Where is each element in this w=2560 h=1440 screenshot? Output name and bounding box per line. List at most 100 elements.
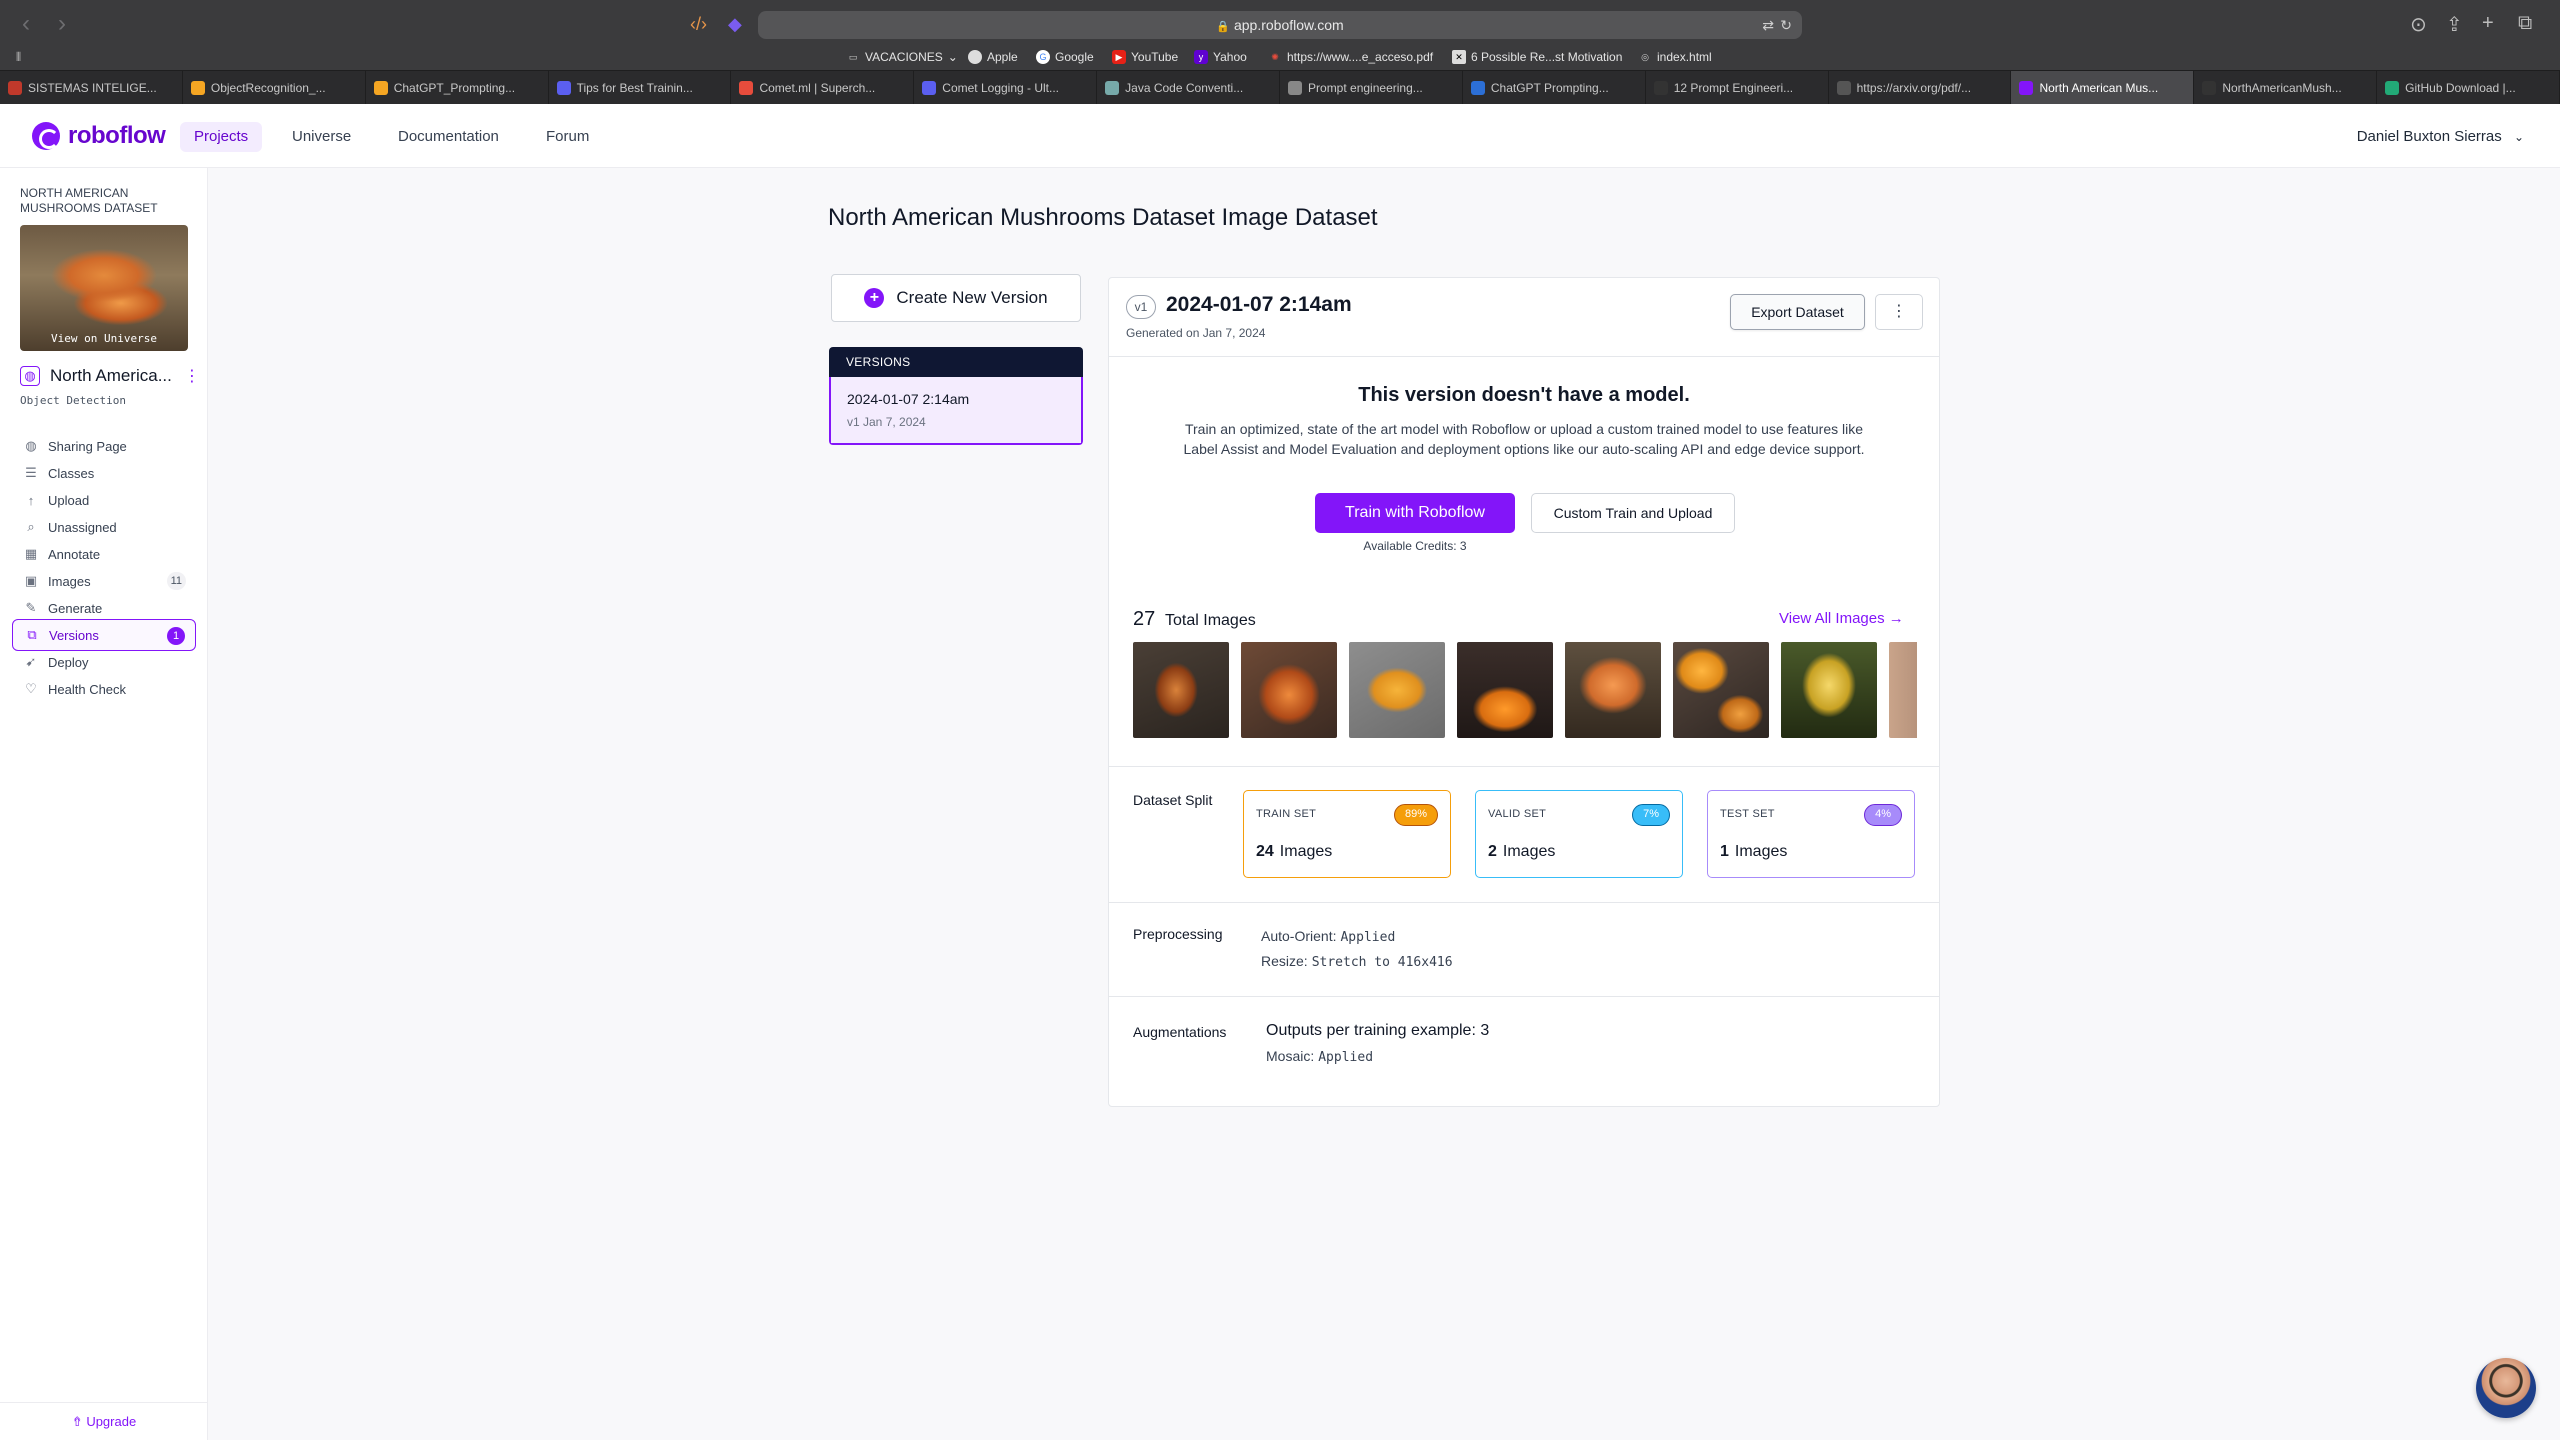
image-thumbnail[interactable] xyxy=(1889,642,1917,738)
image-thumbnail[interactable] xyxy=(1781,642,1877,738)
preprocessing-label: Preprocessing xyxy=(1133,926,1223,942)
user-menu[interactable]: Daniel Buxton Sierras ⌄ xyxy=(2357,128,2524,145)
divider xyxy=(1109,996,1939,997)
image-thumbnail[interactable] xyxy=(1133,642,1229,738)
split-name: VALID SET xyxy=(1488,808,1547,820)
address-bar[interactable]: 🔒 app.roboflow.com ⇄ ↻ xyxy=(758,11,1802,39)
divider xyxy=(1109,356,1939,357)
browser-tab[interactable]: ChatGPT_Prompting... xyxy=(366,71,549,104)
page-title: North American Mushrooms Dataset Image D… xyxy=(828,204,1378,231)
dataset-split-label: Dataset Split xyxy=(1133,792,1213,808)
sidebar-item-label: Health Check xyxy=(48,681,127,697)
browser-tab[interactable]: NorthAmericanMush... xyxy=(2194,71,2378,104)
tab-label: ChatGPT Prompting... xyxy=(1490,80,1609,95)
code-extension-icon[interactable]: ‹/› xyxy=(690,14,707,35)
forward-arrow-icon[interactable]: › xyxy=(58,12,66,36)
favorite-item[interactable]: ◎ index.html xyxy=(1638,50,1712,64)
sidebar-item-label: Classes xyxy=(48,465,95,481)
tab-favicon-icon xyxy=(373,80,388,95)
train-set-card[interactable]: TRAIN SET 89% 24 Images xyxy=(1243,790,1451,878)
create-new-version-button[interactable]: + Create New Version xyxy=(831,274,1081,322)
tab-label: Comet.ml | Superch... xyxy=(759,80,876,95)
image-thumbnail[interactable] xyxy=(1349,642,1445,738)
split-count: 24 Images xyxy=(1256,843,1333,860)
browser-tab[interactable]: Tips for Best Trainin... xyxy=(549,71,732,104)
export-dataset-button[interactable]: Export Dataset xyxy=(1730,294,1865,330)
favorite-item[interactable]: ▭ VACACIONES ⌄ xyxy=(846,50,958,64)
back-arrow-icon[interactable]: ‹ xyxy=(22,12,30,36)
reload-icon[interactable]: ↻ xyxy=(1780,17,1792,34)
version-list-item[interactable]: 2024-01-07 2:14am v1 Jan 7, 2024 xyxy=(829,377,1083,445)
image-thumbnail[interactable] xyxy=(1673,642,1769,738)
browser-tab[interactable]: https://arxiv.org/pdf/... xyxy=(1829,71,2012,104)
list-icon: ☰ xyxy=(25,465,37,480)
tab-overview-icon[interactable]: ⧉ xyxy=(2518,12,2532,35)
image-thumbnail[interactable] xyxy=(1565,642,1661,738)
share-icon[interactable]: ⇪ xyxy=(2446,12,2463,37)
nav-forum[interactable]: Forum xyxy=(532,122,603,152)
valid-set-card[interactable]: VALID SET 7% 2 Images xyxy=(1475,790,1683,878)
browser-tab[interactable]: 12 Prompt Engineeri... xyxy=(1646,71,1829,104)
view-all-images-link[interactable]: View All Images → xyxy=(1779,610,1904,627)
new-tab-icon[interactable]: + xyxy=(2482,12,2494,35)
favorite-item[interactable]: G Google xyxy=(1036,50,1094,64)
favorite-item[interactable]: ✕ 6 Possible Re...st Motivation xyxy=(1452,50,1622,64)
favorite-item[interactable]: ▶ YouTube xyxy=(1112,50,1178,64)
favorite-item[interactable]: y Yahoo xyxy=(1194,50,1247,64)
view-on-universe-link[interactable]: View on Universe xyxy=(20,332,188,345)
test-set-card[interactable]: TEST SET 4% 1 Images xyxy=(1707,790,1915,878)
browser-tab[interactable]: SISTEMAS INTELIGE... xyxy=(0,71,183,104)
browser-tab[interactable]: GitHub Download |... xyxy=(2377,71,2560,104)
image-thumbnail[interactable] xyxy=(1241,642,1337,738)
browser-tab[interactable]: Comet Logging - Ult... xyxy=(914,71,1098,104)
upgrade-button[interactable]: ⇮ Upgrade xyxy=(0,1402,208,1440)
total-images-count: 27 xyxy=(1133,608,1156,630)
yahoo-icon: y xyxy=(1194,50,1208,64)
tab-favicon-icon xyxy=(2385,80,2400,95)
browser-tab[interactable]: Prompt engineering... xyxy=(1280,71,1463,104)
chevron-down-icon: ⌄ xyxy=(2513,130,2524,144)
divider xyxy=(1109,902,1939,903)
url-text: app.roboflow.com xyxy=(1233,17,1344,33)
project-menu-icon[interactable]: ⋮ xyxy=(184,366,200,386)
roboflow-logo[interactable]: roboflow xyxy=(32,122,166,150)
tab-favicon-icon xyxy=(2202,80,2217,95)
image-thumbnails xyxy=(1133,642,1917,738)
translate-icon[interactable]: ⇄ xyxy=(1762,17,1774,34)
nav-universe[interactable]: Universe xyxy=(278,122,365,152)
image-thumbnail[interactable] xyxy=(1457,642,1553,738)
versions-panel: VERSIONS 2024-01-07 2:14am v1 Jan 7, 202… xyxy=(829,347,1083,445)
split-percent-badge: 7% xyxy=(1632,804,1670,826)
browser-tab[interactable]: North American Mus... xyxy=(2011,71,2195,104)
tab-label: SISTEMAS INTELIGE... xyxy=(28,80,157,95)
versions-header: VERSIONS xyxy=(829,347,1083,377)
split-percent-badge: 4% xyxy=(1864,804,1902,826)
count-badge: 11 xyxy=(166,572,186,590)
custom-train-upload-button[interactable]: Custom Train and Upload xyxy=(1531,493,1735,533)
sidebar-item-label: Versions xyxy=(49,627,99,643)
nav-documentation[interactable]: Documentation xyxy=(384,122,513,152)
favorite-item[interactable]: Apple xyxy=(968,50,1018,64)
tab-label: North American Mus... xyxy=(2039,80,2159,95)
sidebar-toggle-icon[interactable]: ⫴ xyxy=(16,50,21,65)
version-badge: v1 xyxy=(1126,295,1156,319)
more-options-icon[interactable]: ⋮ xyxy=(1875,294,1923,330)
browser-tab[interactable]: ObjectRecognition_... xyxy=(183,71,366,104)
dataset-thumbnail[interactable]: View on Universe xyxy=(20,225,188,351)
download-icon[interactable]: ⊙ xyxy=(2410,12,2427,37)
browser-tab[interactable]: ChatGPT Prompting... xyxy=(1463,71,1646,104)
extension-icon[interactable]: ◆ xyxy=(728,14,742,35)
browser-tab[interactable]: Comet.ml | Superch... xyxy=(731,71,915,104)
support-chat-avatar[interactable] xyxy=(2476,1358,2536,1418)
tab-favicon-icon xyxy=(1288,80,1303,95)
favorite-item[interactable]: ✺ https://www....e_acceso.pdf xyxy=(1268,50,1433,64)
browser-tab[interactable]: Java Code Conventi... xyxy=(1097,71,1281,104)
sidebar-item-label: Upload xyxy=(48,492,90,508)
sidebar-item-label: Deploy xyxy=(48,654,89,670)
upload-arrow-icon: ↑ xyxy=(27,492,35,508)
nav-projects[interactable]: Projects xyxy=(180,122,263,152)
train-with-roboflow-button[interactable]: Train with Roboflow xyxy=(1315,493,1515,533)
x-icon: ✕ xyxy=(1452,50,1466,64)
sidebar-item-health-check[interactable]: ♡ Health Check xyxy=(12,673,196,705)
sidebar-item-label: Unassigned xyxy=(48,519,117,535)
